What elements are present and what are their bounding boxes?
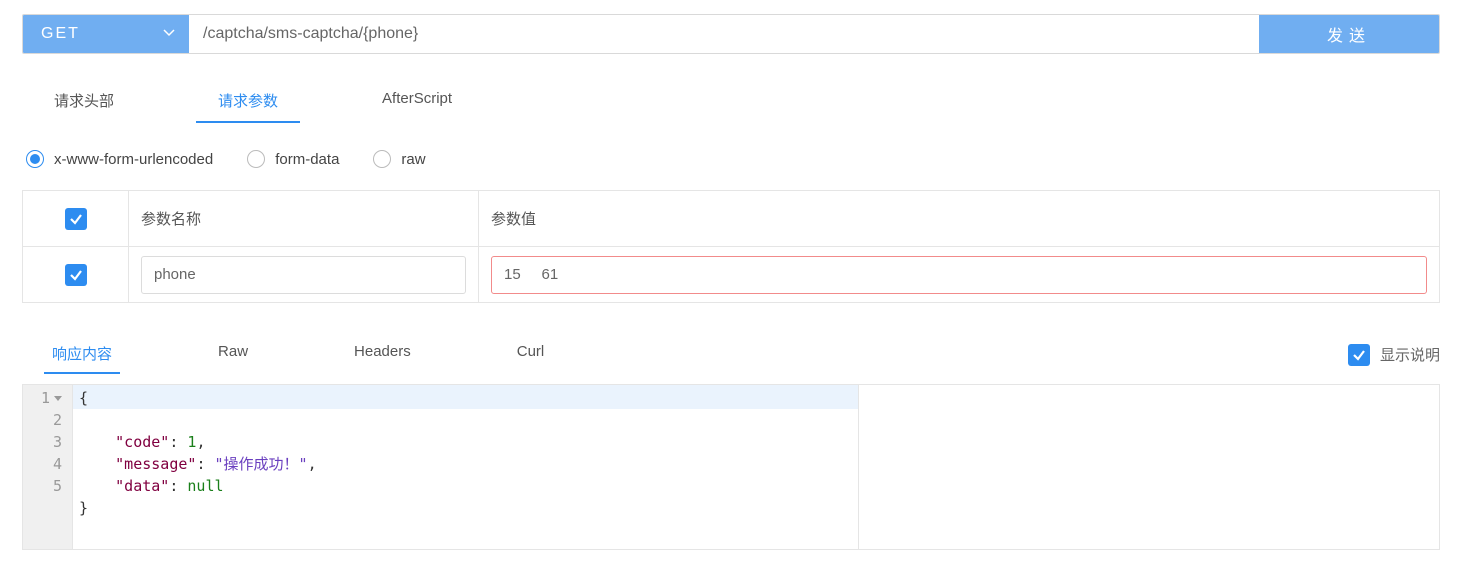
- tab-afterscript[interactable]: AfterScript: [360, 80, 474, 123]
- table-row: [23, 247, 1439, 303]
- line-number[interactable]: 1: [41, 387, 62, 409]
- editor-code[interactable]: { "code": 1, "message": "操作成功！", "data":…: [73, 385, 859, 549]
- radio-icon: [26, 150, 44, 168]
- response-editor: 1 2 3 4 5 { "code": 1, "message": "操作成功！…: [22, 384, 1440, 550]
- request-url-input[interactable]: [189, 15, 1259, 53]
- show-desc-label: 显示说明: [1380, 344, 1440, 365]
- editor-gutter: 1 2 3 4 5: [23, 385, 73, 549]
- param-value-input[interactable]: [491, 256, 1427, 294]
- line-number: 3: [41, 431, 62, 453]
- params-table: 参数名称 参数值: [22, 190, 1440, 303]
- col-header-param-name: 参数名称: [129, 191, 479, 246]
- checkbox-show-desc[interactable]: [1348, 344, 1370, 366]
- radio-icon: [247, 150, 265, 168]
- radio-formdata[interactable]: form-data: [247, 150, 339, 168]
- http-method-select[interactable]: GET: [23, 15, 189, 53]
- tab-response-raw[interactable]: Raw: [210, 335, 256, 374]
- col-header-param-value: 参数值: [479, 191, 1439, 246]
- tab-response-body[interactable]: 响应内容: [44, 335, 120, 374]
- chevron-down-icon: [163, 27, 175, 39]
- description-pane: [859, 385, 1439, 549]
- radio-urlencoded[interactable]: x-www-form-urlencoded: [26, 150, 213, 168]
- tab-response-curl[interactable]: Curl: [509, 335, 553, 374]
- tab-request-headers[interactable]: 请求头部: [32, 80, 136, 123]
- line-number: 4: [41, 453, 62, 475]
- line-number: 2: [41, 409, 62, 431]
- radio-raw[interactable]: raw: [373, 150, 425, 168]
- radio-icon: [373, 150, 391, 168]
- checkbox-param-row[interactable]: [65, 264, 87, 286]
- body-type-radio-group: x-www-form-urlencoded form-data raw: [22, 150, 1440, 168]
- radio-label-raw: raw: [401, 151, 425, 168]
- line-number: 5: [41, 475, 62, 497]
- http-method-label: GET: [41, 25, 80, 43]
- checkbox-all-params[interactable]: [65, 208, 87, 230]
- response-tabs: 响应内容 Raw Headers Curl: [22, 335, 1348, 374]
- tab-request-params[interactable]: 请求参数: [196, 80, 300, 123]
- send-button[interactable]: 发送: [1259, 15, 1439, 53]
- request-tabs: 请求头部 请求参数 AfterScript: [22, 80, 1440, 124]
- radio-label-formdata: form-data: [275, 151, 339, 168]
- tab-response-headers[interactable]: Headers: [346, 335, 419, 374]
- radio-label-urlencoded: x-www-form-urlencoded: [54, 151, 213, 168]
- param-name-input[interactable]: [141, 256, 466, 294]
